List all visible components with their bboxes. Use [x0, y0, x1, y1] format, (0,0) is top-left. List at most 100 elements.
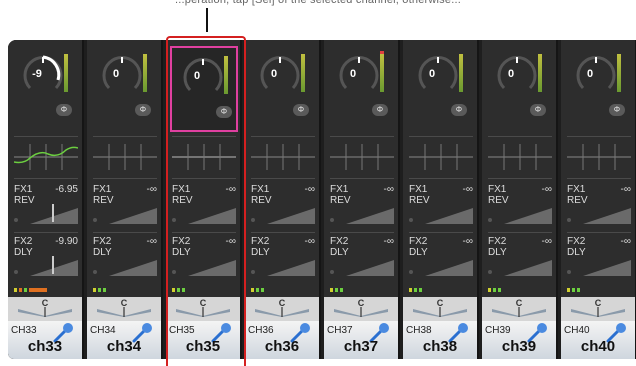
divider: [330, 136, 394, 137]
divider: [567, 232, 631, 233]
phase-icon[interactable]: Φ: [372, 104, 388, 116]
fx1-fader-handle[interactable]: [52, 204, 54, 222]
divider: [488, 136, 552, 137]
gain-knob-section[interactable]: 0 Φ: [565, 46, 633, 132]
gain-knob-section[interactable]: 0 Φ: [328, 46, 396, 132]
divider: [93, 136, 157, 137]
divider: [567, 136, 631, 137]
fx1-send[interactable]: FX1 REV -∞: [249, 184, 317, 230]
divider: [409, 136, 473, 137]
pan-control[interactable]: C: [561, 297, 635, 321]
fx2-send[interactable]: FX2 DLY -∞: [91, 236, 159, 282]
divider: [14, 232, 78, 233]
channel-strip-ch39: 0 Φ FX1 REV -∞ FX2 DLY -∞ C CH39 ch39: [482, 40, 558, 359]
input-meter: [64, 54, 68, 92]
phase-icon[interactable]: Φ: [56, 104, 72, 116]
fx2-level-ramp: [109, 260, 157, 276]
eq-curve-display[interactable]: [14, 140, 78, 174]
divider: [409, 232, 473, 233]
fx2-send[interactable]: FX2 DLY -∞: [486, 236, 554, 282]
pan-control[interactable]: C: [482, 297, 556, 321]
fx2-on-indicator: [330, 270, 334, 274]
input-meter: [380, 54, 384, 92]
channel-name-button[interactable]: CH37 ch37: [324, 321, 398, 359]
channel-strip-ch36: 0 Φ FX1 REV -∞ FX2 DLY -∞ C CH36 ch36: [245, 40, 321, 359]
gain-knob-section[interactable]: 0 Φ: [486, 46, 554, 132]
fx2-level-ramp: [346, 260, 394, 276]
channel-name-button[interactable]: CH39 ch39: [482, 321, 556, 359]
fx2-send[interactable]: FX2 DLY -∞: [565, 236, 633, 282]
fx1-send[interactable]: FX1 REV -6.95: [12, 184, 80, 230]
pan-control[interactable]: C: [245, 297, 319, 321]
fx2-fader-handle[interactable]: [52, 256, 54, 274]
fx2-send[interactable]: FX2 DLY -∞: [249, 236, 317, 282]
pan-control[interactable]: C: [87, 297, 161, 321]
channel-name-button[interactable]: CH38 ch38: [403, 321, 477, 359]
channel-name: ch33: [27, 338, 63, 355]
fx1-value: -∞: [620, 184, 631, 195]
eq-curve-display[interactable]: [251, 140, 315, 174]
phase-icon[interactable]: Φ: [293, 104, 309, 116]
phase-icon[interactable]: Φ: [609, 104, 625, 116]
eq-curve-display[interactable]: [567, 140, 631, 174]
eq-curve-display[interactable]: [330, 140, 394, 174]
fx1-level-ramp: [30, 208, 78, 224]
gain-value: -9: [32, 68, 42, 80]
fx2-send[interactable]: FX2 DLY -∞: [407, 236, 475, 282]
fx2-send[interactable]: FX2 DLY -∞: [328, 236, 396, 282]
fx2-value: -∞: [304, 236, 315, 247]
gain-knob-section[interactable]: 0 Φ: [249, 46, 317, 132]
pan-control[interactable]: C: [324, 297, 398, 321]
pan-wedge-icon: [571, 307, 625, 317]
channel-name-button[interactable]: CH33 ch33: [8, 321, 82, 359]
fx2-on-indicator: [409, 270, 413, 274]
fx2-send[interactable]: FX2 DLY -9.90: [12, 236, 80, 282]
fx2-on-indicator: [488, 270, 492, 274]
channel-name-button[interactable]: CH34 ch34: [87, 321, 161, 359]
pan-control[interactable]: C: [403, 297, 477, 321]
fx1-value: -∞: [462, 184, 473, 195]
fx1-label: FX1: [567, 184, 586, 195]
channel-name-button[interactable]: CH36 ch36: [245, 321, 319, 359]
fx1-send[interactable]: FX1 REV -∞: [407, 184, 475, 230]
gain-knob-section[interactable]: 0 Φ: [91, 46, 159, 132]
fx2-value: -∞: [146, 236, 157, 247]
divider: [409, 178, 473, 179]
phase-icon[interactable]: Φ: [451, 104, 467, 116]
input-meter: [617, 54, 621, 92]
fx1-value: -6.95: [55, 184, 78, 195]
gain-value: 0: [349, 68, 357, 80]
fx1-send[interactable]: FX1 REV -∞: [565, 184, 633, 230]
fx2-level-ramp: [30, 260, 78, 276]
channel-id: CH40: [564, 325, 590, 336]
eq-curve-display[interactable]: [488, 140, 552, 174]
eq-curve-display[interactable]: [93, 140, 157, 174]
fx1-send[interactable]: FX1 REV -∞: [91, 184, 159, 230]
channel-name: ch39: [501, 338, 537, 355]
pan-control[interactable]: C: [8, 297, 82, 321]
fx2-type: DLY: [330, 247, 349, 258]
input-meter: [459, 54, 463, 92]
fx2-type: DLY: [93, 247, 112, 258]
fx1-type: REV: [567, 195, 588, 206]
fx1-label: FX1: [409, 184, 428, 195]
fx1-level-ramp: [583, 208, 631, 224]
fx1-send[interactable]: FX1 REV -∞: [486, 184, 554, 230]
fx1-send[interactable]: FX1 REV -∞: [328, 184, 396, 230]
gain-knob-section[interactable]: 0 Φ: [407, 46, 475, 132]
phase-icon[interactable]: Φ: [530, 104, 546, 116]
pan-wedge-icon: [18, 307, 72, 317]
gain-knob-section[interactable]: -9 Φ: [12, 46, 80, 132]
eq-curve-display[interactable]: [409, 140, 473, 174]
fx1-label: FX1: [488, 184, 507, 195]
fx1-level-ramp: [504, 208, 552, 224]
selected-channel-highlight: [166, 36, 246, 366]
fx1-level-ramp: [267, 208, 315, 224]
phase-icon[interactable]: Φ: [135, 104, 151, 116]
gain-value: 0: [507, 68, 515, 80]
divider: [567, 178, 631, 179]
channel-name-button[interactable]: CH40 ch40: [561, 321, 635, 359]
fx1-value: -∞: [146, 184, 157, 195]
fx1-on-indicator: [409, 218, 413, 222]
fx2-level-ramp: [267, 260, 315, 276]
